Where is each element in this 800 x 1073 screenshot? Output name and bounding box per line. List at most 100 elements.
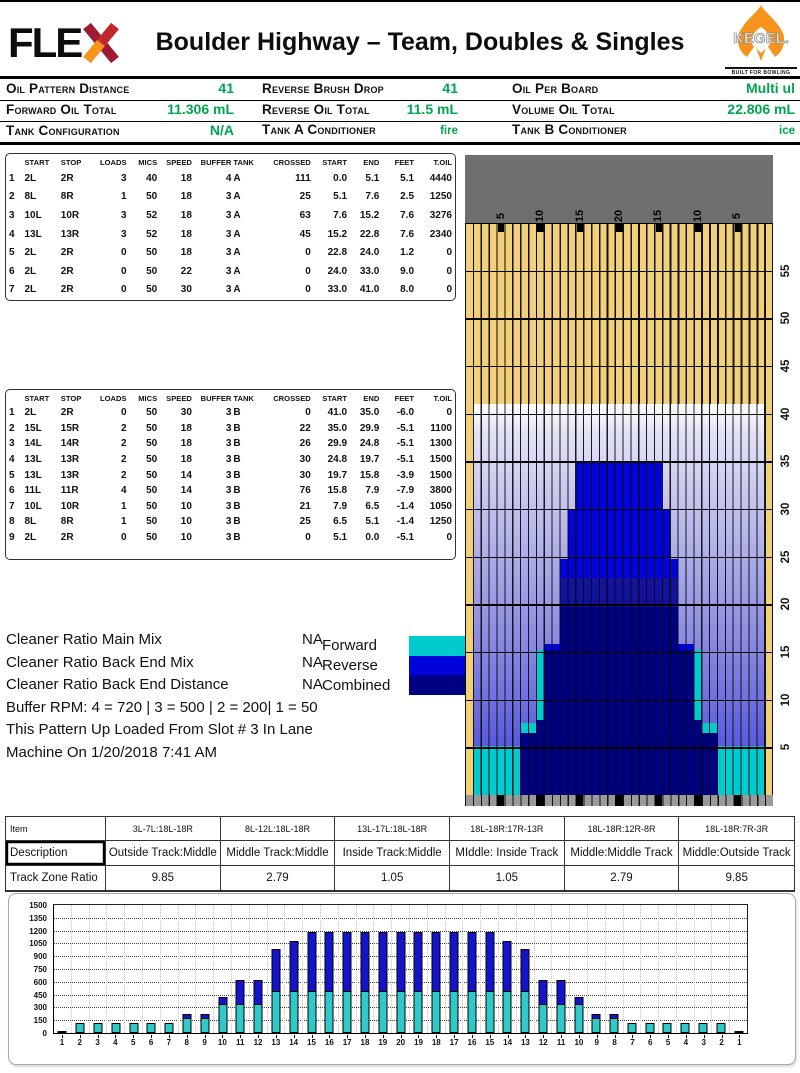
bar-forward <box>449 992 458 1033</box>
table-cell: 13L <box>23 467 59 483</box>
table-cell: 3 <box>193 206 232 225</box>
chart-bar-slot <box>534 905 552 1033</box>
table-cell: 3 <box>193 405 232 421</box>
table-cell: 8L <box>23 514 59 530</box>
bar-stack <box>627 1023 636 1033</box>
table-cell: 2L <box>23 169 59 188</box>
bar-stack <box>165 1023 174 1033</box>
table-cell: 33.0 <box>348 262 380 281</box>
chart-bar-slot <box>356 905 374 1033</box>
info-cell: Forward Oil Total11.306 mL <box>6 101 234 122</box>
column-header: START <box>23 157 59 169</box>
table-cell: 10 <box>158 530 193 546</box>
distance-label: 40 <box>780 403 794 425</box>
table-cell: 8 <box>8 514 23 530</box>
table-cell: 6.5 <box>312 514 348 530</box>
bar-stack <box>182 1014 191 1033</box>
table-cell: 3276 <box>415 206 453 225</box>
table-cell: 3 <box>193 281 232 300</box>
table-cell: 8.0 <box>380 281 415 300</box>
bar-stack <box>663 1023 672 1033</box>
bar-forward <box>343 992 352 1033</box>
table-cell: 0 <box>96 530 127 546</box>
distance-label: 50 <box>780 307 794 329</box>
chart-bar-slot <box>587 905 605 1033</box>
chart-bar-slot <box>516 905 534 1033</box>
table-cell: 3 <box>193 262 232 281</box>
table-cell: 22.8 <box>312 243 348 262</box>
x-tick-label: 11 <box>552 1035 570 1047</box>
table-cell: 63 <box>264 206 312 225</box>
legend-row: Reverse <box>322 656 467 676</box>
bar-forward <box>218 1005 227 1033</box>
track-cell: 2.79 <box>221 866 336 891</box>
table-cell: A <box>232 206 263 225</box>
table-cell: 1300 <box>415 436 453 452</box>
table-cell: 7 <box>8 281 23 300</box>
table-cell: 3 <box>193 243 232 262</box>
table-cell: 1 <box>96 499 127 515</box>
table-cell: 13L <box>23 452 59 468</box>
table-cell: 4440 <box>415 169 453 188</box>
forward-loads-table-box: STARTSTOPLOADSMICSSPEEDBUFFERTANKCROSSED… <box>5 153 456 301</box>
table-cell: 50 <box>128 421 159 437</box>
chart-bar-slot <box>658 905 676 1033</box>
chart-bar-slot <box>462 905 480 1033</box>
bar-forward <box>610 1019 619 1034</box>
bar-stack <box>236 980 245 1033</box>
chart-bar-slot <box>71 905 89 1033</box>
ratio-value: NA <box>302 631 323 648</box>
info-value: 41 <box>442 80 458 96</box>
x-tick-label: 3 <box>89 1035 107 1047</box>
table-cell: 50 <box>128 452 159 468</box>
y-tick-label: 0 <box>43 1029 47 1038</box>
chart-bar-slot <box>711 905 729 1033</box>
table-cell: 41.0 <box>312 405 348 421</box>
bar-stack <box>592 1014 601 1033</box>
table-cell: 0 <box>96 281 127 300</box>
table-cell: 24.8 <box>348 436 380 452</box>
bar-reverse <box>521 949 530 992</box>
table-cell: 24.0 <box>348 243 380 262</box>
table-cell: 30 <box>158 405 193 421</box>
info-cell: Tank B Conditionerice <box>512 122 795 143</box>
table-row: 88L8R150103B256.55.1-1.41250 <box>8 514 453 530</box>
column-header: START <box>312 157 348 169</box>
column-header: BUFFER <box>193 393 232 405</box>
column-header: LOADS <box>96 393 127 405</box>
column-header: SPEED <box>158 157 193 169</box>
table-row: 413L13R352183A4515.222.87.62340 <box>8 225 453 244</box>
distance-gridline <box>465 366 773 367</box>
table-cell: 10 <box>158 499 193 515</box>
table-cell: 7 <box>8 499 23 515</box>
x-tick-label: 4 <box>106 1035 124 1047</box>
table-cell: 4 <box>8 452 23 468</box>
table-cell: 1 <box>96 514 127 530</box>
table-cell: 50 <box>128 514 159 530</box>
table-cell: 14R <box>60 436 96 452</box>
table-cell: 19.7 <box>348 452 380 468</box>
table-cell: 2R <box>60 169 96 188</box>
bar-reverse <box>236 980 245 1006</box>
bar-stack <box>343 932 352 1033</box>
chart-bar-slot <box>302 905 320 1033</box>
foul-strip-marker <box>615 795 623 806</box>
bar-forward <box>627 1023 636 1033</box>
bar-stack <box>485 932 494 1033</box>
table-cell: 0 <box>415 243 453 262</box>
table-cell: 3 <box>193 436 232 452</box>
table-cell: 52 <box>128 206 159 225</box>
table-cell: A <box>232 262 263 281</box>
bar-reverse <box>467 932 476 992</box>
table-cell: 5.1 <box>380 169 415 188</box>
table-cell: 50 <box>128 467 159 483</box>
distance-label: 55 <box>780 260 794 282</box>
bar-stack <box>503 941 512 1033</box>
bar-stack <box>93 1023 102 1033</box>
table-cell: 1 <box>8 405 23 421</box>
x-tick-label: 16 <box>463 1035 481 1047</box>
bar-stack <box>734 1031 743 1033</box>
table-cell: 3 <box>193 467 232 483</box>
x-tick-label: 18 <box>356 1035 374 1047</box>
table-cell: 1.2 <box>380 243 415 262</box>
